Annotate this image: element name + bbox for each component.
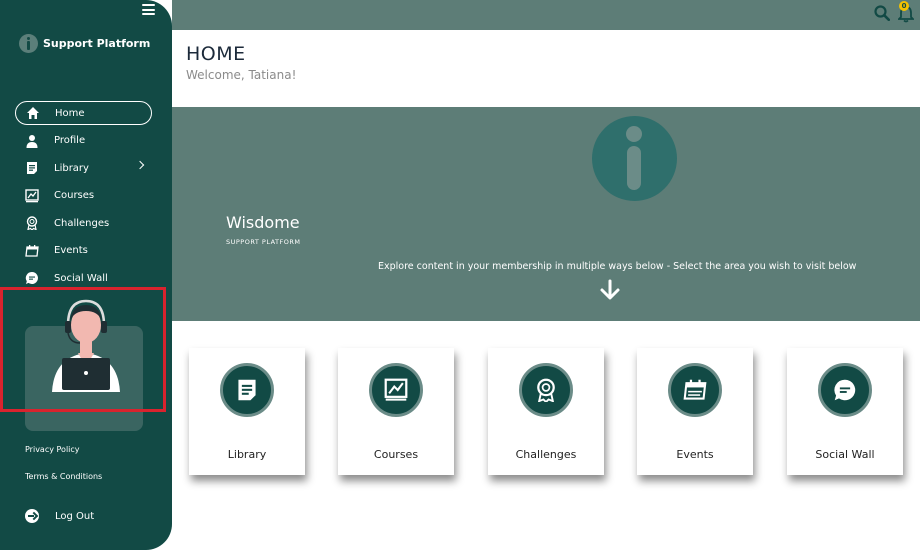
- sidebar-item-home[interactable]: Home: [15, 101, 152, 125]
- sidebar-item-profile[interactable]: Profile: [15, 129, 152, 153]
- arrow-down-icon[interactable]: [599, 279, 621, 301]
- card-label: Challenges: [515, 448, 577, 461]
- card-social-wall[interactable]: Social Wall: [787, 348, 903, 475]
- sidebar-item-events[interactable]: Events: [15, 239, 152, 263]
- sidebar-item-challenges[interactable]: Challenges: [15, 211, 152, 235]
- chart-board-icon: [25, 188, 39, 203]
- sidebar-item-label: Social Wall: [54, 272, 108, 284]
- sidebar-item-label: Library: [54, 162, 89, 174]
- sidebar-item-label: Courses: [54, 190, 95, 201]
- brand-name: Support Platform: [43, 37, 151, 50]
- info-logo-icon: [19, 34, 38, 53]
- card-library[interactable]: Library: [189, 348, 305, 475]
- chevron-right-icon[interactable]: [135, 160, 145, 170]
- sidebar-item-social-wall[interactable]: Social Wall: [15, 266, 152, 290]
- user-icon: [25, 134, 39, 148]
- logout-icon: [25, 509, 39, 523]
- sidebar-item-label: Events: [54, 245, 88, 256]
- award-icon: [25, 216, 39, 230]
- sidebar: Support Platform Home Profile Library Co…: [0, 0, 172, 550]
- sidebar-item-label: Home: [55, 107, 85, 119]
- card-icon-circle: [668, 363, 722, 417]
- home-icon: [26, 106, 40, 120]
- chat-icon: [25, 271, 39, 285]
- logout-button[interactable]: Log Out: [25, 509, 94, 523]
- banner-subtitle: SUPPORT PLATFORM: [226, 238, 301, 246]
- document-icon: [238, 379, 256, 401]
- menu-toggle-icon[interactable]: [142, 4, 155, 15]
- privacy-policy-link[interactable]: Privacy Policy: [25, 445, 80, 454]
- chat-icon: [834, 379, 856, 401]
- info-logo-bar: [627, 146, 641, 190]
- card-challenges[interactable]: Challenges: [488, 348, 604, 475]
- calendar-icon: [683, 379, 707, 400]
- info-logo-dot: [626, 126, 642, 142]
- card-icon-circle: [519, 363, 573, 417]
- card-label: Courses: [373, 448, 419, 461]
- terms-link[interactable]: Terms & Conditions: [25, 472, 102, 481]
- card-events[interactable]: Events: [637, 348, 753, 475]
- sidebar-item-library[interactable]: Library: [15, 156, 152, 180]
- card-icon-circle: [818, 363, 872, 417]
- topbar: [172, 0, 920, 30]
- document-icon: [25, 161, 39, 175]
- chart-board-icon: [384, 378, 408, 401]
- page-title: HOME: [186, 43, 246, 65]
- card-label: Events: [676, 448, 714, 461]
- support-agent-illustration: [52, 299, 120, 392]
- card-label: Social Wall: [815, 448, 875, 461]
- logout-label: Log Out: [55, 510, 95, 522]
- notification-badge: 0: [899, 1, 909, 11]
- sidebar-nav: Home Profile Library Courses Challenges …: [15, 101, 152, 294]
- card-courses[interactable]: Courses: [338, 348, 454, 475]
- calendar-icon: [25, 244, 39, 258]
- sidebar-item-label: Challenges: [54, 217, 110, 229]
- card-label: Library: [227, 448, 267, 461]
- search-icon[interactable]: [874, 5, 890, 21]
- banner-explore-text: Explore content in your membership in mu…: [378, 261, 857, 272]
- card-icon-circle: [220, 363, 274, 417]
- welcome-text: Welcome, Tatiana!: [186, 68, 297, 82]
- brand[interactable]: Support Platform: [19, 34, 150, 53]
- sidebar-item-courses[interactable]: Courses: [15, 184, 152, 208]
- sidebar-item-label: Profile: [54, 135, 86, 146]
- card-icon-circle: [369, 363, 423, 417]
- award-icon: [537, 378, 555, 402]
- banner-title: Wisdome: [226, 213, 300, 232]
